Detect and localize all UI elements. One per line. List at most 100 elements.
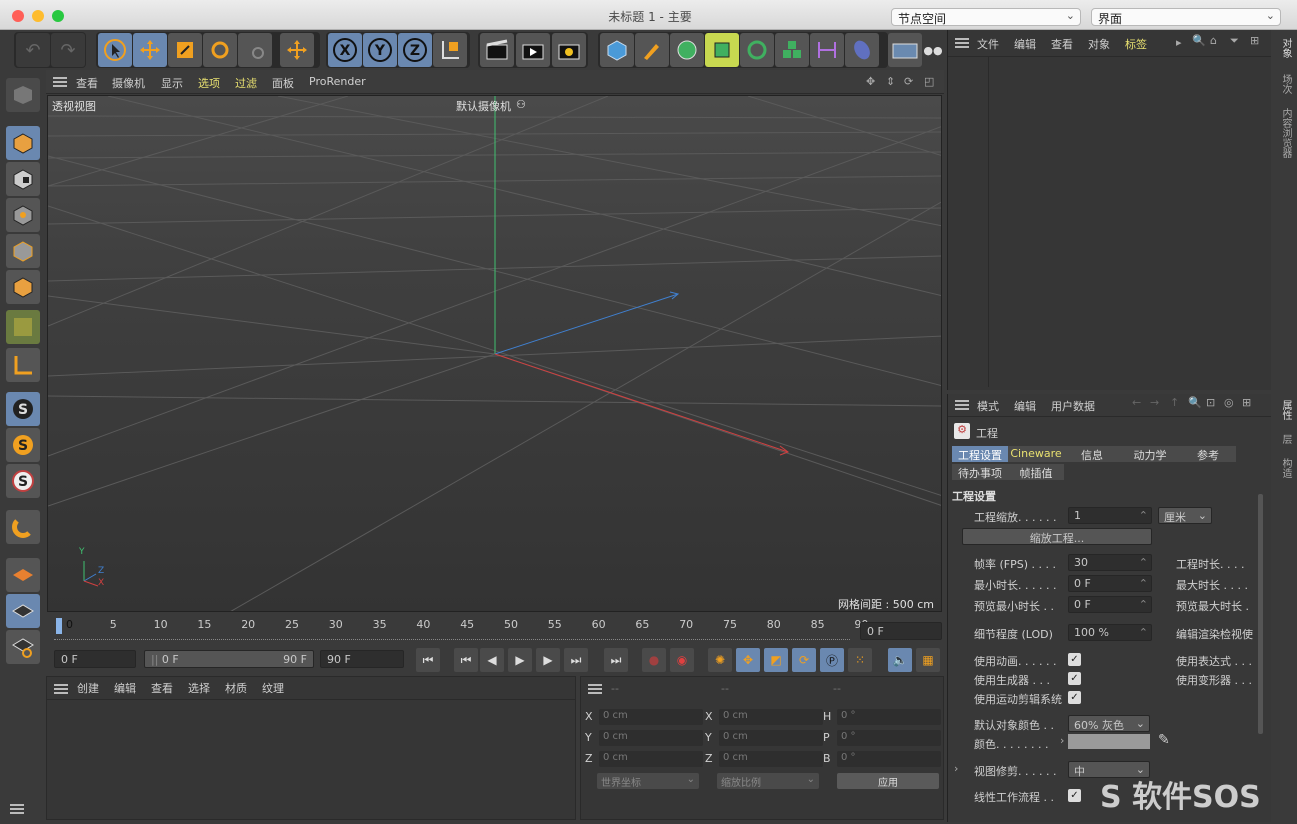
menu-options[interactable]: 选项 [198, 75, 220, 91]
end-frame-field[interactable]: 90 F [320, 650, 404, 668]
orbit-icon[interactable]: ⟳ [904, 75, 913, 88]
render-to-viewer-icon[interactable] [516, 33, 550, 67]
pen-icon[interactable] [635, 33, 669, 67]
mat-menu-material[interactable]: 材质 [225, 680, 247, 696]
tab-takes[interactable]: 场次 [1278, 74, 1293, 94]
workplane-icon[interactable] [6, 558, 40, 592]
back-arrow-icon[interactable]: ← [1132, 396, 1141, 409]
generator-icon[interactable] [705, 33, 739, 67]
mat-menu-view[interactable]: 查看 [151, 680, 173, 696]
magnet-icon[interactable] [6, 510, 40, 544]
cube-icon[interactable] [600, 33, 634, 67]
filter-icon[interactable]: ⏷ [1230, 34, 1239, 48]
lock-icon[interactable]: ⊡ [1206, 396, 1215, 409]
next-frame-icon[interactable]: ▶ [536, 648, 560, 672]
default-color-select[interactable]: 60% 灰色 ⌄ [1068, 715, 1150, 732]
target-icon[interactable]: ◎ [1224, 396, 1234, 409]
environment-icon[interactable] [845, 33, 879, 67]
render-settings-icon[interactable] [552, 33, 586, 67]
recent-tool-icon[interactable] [238, 33, 272, 67]
undo-icon[interactable]: ↶ [16, 33, 50, 67]
cloner-icon[interactable] [740, 33, 774, 67]
mat-menu-texture[interactable]: 纹理 [262, 680, 284, 696]
fps-field[interactable]: 30 ⌃ [1068, 554, 1152, 571]
sound-icon[interactable]: 🔈 [888, 648, 912, 672]
subdivision-icon[interactable] [670, 33, 704, 67]
prev-frame-icon[interactable]: ◀ [480, 648, 504, 672]
mat-menu-select[interactable]: 选择 [188, 680, 210, 696]
zoom-button[interactable] [52, 10, 64, 22]
tab-project-settings[interactable]: 工程设置 [952, 446, 1008, 462]
live-select-icon[interactable] [98, 33, 132, 67]
scale-icon[interactable] [168, 33, 202, 67]
eyedropper-icon[interactable]: ✎ [1158, 732, 1170, 748]
tab-layers[interactable]: 层 [1278, 434, 1293, 444]
scale-mode-select[interactable]: 缩放比例 ⌄ [717, 773, 819, 789]
tab-content-browser[interactable]: 内容浏览器 [1278, 108, 1293, 158]
coord-value-field[interactable]: 0 ° [837, 709, 941, 725]
menu-filter[interactable]: 过滤 [235, 75, 257, 91]
floor-icon[interactable] [888, 33, 922, 67]
preview-range-slider[interactable]: || 0 F 90 F [144, 650, 314, 668]
obj-menu-tags[interactable]: 标签 [1125, 36, 1147, 52]
preview-min-field[interactable]: 0 F ⌃ [1068, 596, 1152, 613]
forward-arrow-icon[interactable]: → [1150, 396, 1159, 409]
mograph-icon[interactable] [775, 33, 809, 67]
axis-mode-icon[interactable] [6, 348, 40, 382]
key-rotation-icon[interactable]: ⟳ [792, 648, 816, 672]
play-icon[interactable]: ▶ [508, 648, 532, 672]
home-icon[interactable]: ⌂ [1210, 34, 1217, 47]
project-scale-field[interactable]: 1 ⌃ [1068, 507, 1152, 524]
tab-todo[interactable]: 待办事项 [952, 464, 1008, 480]
use-motion-clip-checkbox[interactable]: ✓ [1068, 691, 1081, 704]
menu-panel[interactable]: 面板 [272, 75, 294, 91]
goto-start-icon[interactable]: ⏮ [416, 648, 440, 672]
tab-cineware[interactable]: Cineware [1008, 446, 1064, 462]
current-frame-field[interactable]: 0 F [860, 622, 942, 640]
world-coord-select[interactable]: 世界坐标 ⌄ [597, 773, 699, 789]
expand-arrow-icon[interactable]: › [954, 762, 958, 775]
attr-menu-mode[interactable]: 模式 [977, 398, 999, 414]
key-position-icon[interactable]: ✥ [736, 648, 760, 672]
mat-menu-edit[interactable]: 编辑 [114, 680, 136, 696]
camera-label[interactable]: 默认摄像机 [456, 98, 511, 114]
polygons-mode-icon[interactable] [6, 270, 40, 304]
start-frame-field[interactable]: 0 F [54, 650, 136, 668]
key-parameter-icon[interactable]: Ⓟ [820, 648, 844, 672]
film-icon[interactable]: ▦ [916, 648, 940, 672]
camera-icon[interactable]: ●● [922, 33, 944, 67]
move-icon[interactable] [133, 33, 167, 67]
obj-menu-object[interactable]: 对象 [1088, 36, 1110, 52]
coord-value-field[interactable]: 0 cm [719, 730, 823, 746]
scale-project-button[interactable]: 缩放工程... [962, 528, 1152, 545]
dolly-icon[interactable]: ⇕ [886, 75, 895, 88]
tab-reference[interactable]: 参考 [1180, 446, 1236, 462]
model-mode-icon[interactable] [6, 126, 40, 160]
timeline-ruler[interactable]: 051015202530354045505560657075808590 0 F [46, 614, 944, 648]
tab-interpolation[interactable]: 帧插值 [1008, 464, 1064, 480]
menu-display[interactable]: 显示 [161, 75, 183, 91]
scrollbar[interactable] [1258, 494, 1263, 734]
key-pla-icon[interactable]: ⁙ [848, 648, 872, 672]
prev-key-icon[interactable]: ⏮ [454, 648, 478, 672]
up-arrow-icon[interactable]: ↑ [1170, 396, 1179, 409]
tab-objects[interactable]: 对象 [1278, 38, 1293, 58]
lod-field[interactable]: 100 % ⌃ [1068, 624, 1152, 641]
tab-info[interactable]: 信息 [1064, 446, 1120, 462]
record-active-icon[interactable]: ● [642, 648, 666, 672]
next-key-icon[interactable]: ⏭ [564, 648, 588, 672]
more-arrow-icon[interactable]: ▸ [1176, 36, 1182, 49]
attr-menu-edit[interactable]: 编辑 [1014, 398, 1036, 414]
make-editable-icon[interactable] [6, 78, 40, 112]
keyframe-selection-icon[interactable]: ✺ [708, 648, 732, 672]
hamburger-icon[interactable] [588, 684, 602, 694]
coord-value-field[interactable]: 0 cm [719, 709, 823, 725]
minimize-button[interactable] [32, 10, 44, 22]
hamburger-icon[interactable] [955, 400, 969, 410]
search-icon[interactable]: 🔍 [1188, 396, 1202, 409]
autokey-icon[interactable]: ◉ [670, 648, 694, 672]
x-axis-icon[interactable]: X [328, 33, 362, 67]
playhead[interactable] [56, 618, 62, 634]
coord-value-field[interactable]: 0 cm [599, 709, 703, 725]
close-button[interactable] [12, 10, 24, 22]
